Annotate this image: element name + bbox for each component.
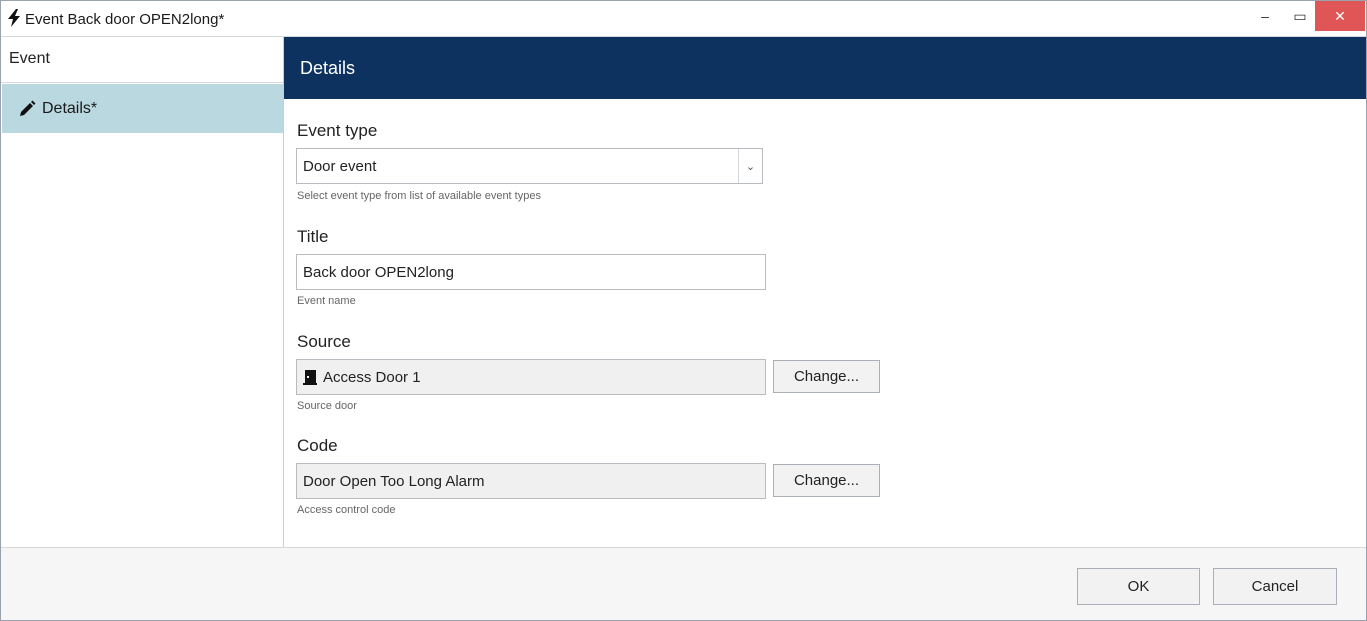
code-value: Door Open Too Long Alarm (303, 472, 485, 490)
source-label: Source (297, 332, 351, 351)
lightning-icon (8, 9, 20, 27)
change-code-button[interactable]: Change... (773, 464, 880, 497)
change-source-button[interactable]: Change... (773, 360, 880, 393)
event-dialog-window: Event Back door OPEN2long* – ▭ ✕ Event D… (0, 0, 1367, 621)
content-header: Details (284, 37, 1366, 99)
source-field: Access Door 1 (296, 359, 766, 395)
code-field: Door Open Too Long Alarm (296, 463, 766, 499)
title-input[interactable]: Back door OPEN2long (296, 254, 766, 290)
title-value: Back door OPEN2long (303, 263, 454, 281)
minimize-button[interactable]: – (1245, 1, 1285, 31)
sidebar-item-label: Details* (42, 99, 98, 117)
source-value: Access Door 1 (323, 368, 421, 386)
door-icon (303, 369, 317, 385)
sidebar: Event Details* (1, 37, 284, 547)
close-button[interactable]: ✕ (1315, 1, 1365, 31)
event-type-label: Event type (297, 121, 378, 140)
maximize-button[interactable]: ▭ (1280, 1, 1320, 31)
cancel-button[interactable]: Cancel (1213, 568, 1337, 605)
sidebar-item-details[interactable]: Details* (2, 84, 283, 133)
title-hint: Event name (297, 295, 356, 307)
details-form: Event type Door event ⌄ Select event typ… (284, 99, 1366, 547)
dialog-footer: OK Cancel (1, 547, 1366, 620)
event-type-value: Door event (303, 157, 377, 175)
title-bar: Event Back door OPEN2long* – ▭ ✕ (1, 1, 1366, 37)
pencil-icon (20, 100, 36, 116)
sidebar-header: Event (1, 37, 283, 83)
code-hint: Access control code (297, 504, 396, 516)
event-type-select[interactable]: Door event ⌄ (296, 148, 763, 184)
source-hint: Source door (297, 400, 357, 412)
title-label: Title (297, 227, 329, 246)
chevron-down-icon[interactable]: ⌄ (738, 149, 762, 183)
page-title: Details (300, 58, 356, 78)
event-type-hint: Select event type from list of available… (297, 190, 541, 202)
window-title: Event Back door OPEN2long* (25, 11, 225, 28)
ok-button[interactable]: OK (1077, 568, 1200, 605)
code-label: Code (297, 436, 338, 455)
